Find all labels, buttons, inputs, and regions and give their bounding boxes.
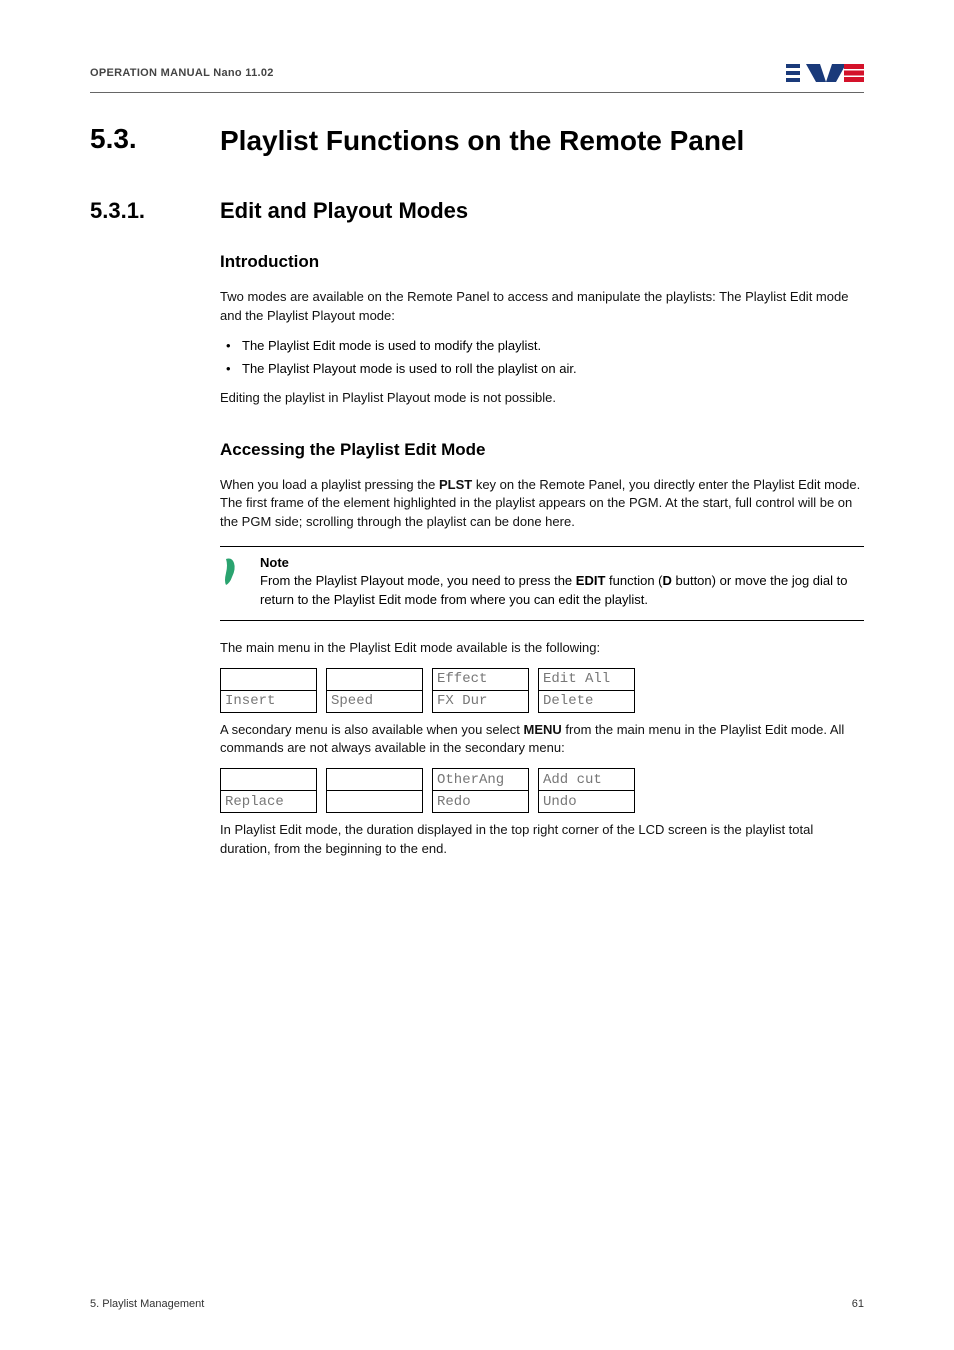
intro-bullet-2: The Playlist Playout mode is used to rol… xyxy=(220,359,864,379)
menu-cell: Undo xyxy=(539,791,635,813)
intro-paragraph-1: Two modes are available on the Remote Pa… xyxy=(220,288,864,326)
section-5-3-heading: 5.3. Playlist Functions on the Remote Pa… xyxy=(90,123,864,158)
note-title: Note xyxy=(260,555,864,570)
secondary-menu-table: OtherAng Add cut Replace Redo Undo xyxy=(220,768,635,813)
menu-cell xyxy=(327,668,423,690)
page-header: OPERATION MANUAL Nano 11.02 xyxy=(90,60,864,93)
note-icon xyxy=(220,555,260,610)
subsection-title: Edit and Playout Modes xyxy=(220,198,468,224)
subsection-number: 5.3.1. xyxy=(90,198,220,224)
menu-cell: Edit All xyxy=(539,668,635,690)
menu-cell: Effect xyxy=(433,668,529,690)
menu-cell xyxy=(221,769,317,791)
page-footer: 5. Playlist Management 61 xyxy=(90,1298,864,1310)
accessing-paragraph-2: The main menu in the Playlist Edit mode … xyxy=(220,639,864,658)
note-block: Note From the Playlist Playout mode, you… xyxy=(220,546,864,621)
accessing-paragraph-3: A secondary menu is also available when … xyxy=(220,721,864,759)
section-title: Playlist Functions on the Remote Panel xyxy=(220,123,744,158)
accessing-heading: Accessing the Playlist Edit Mode xyxy=(220,440,864,460)
section-5-3-1-heading: 5.3.1. Edit and Playout Modes xyxy=(90,198,864,224)
footer-section: 5. Playlist Management xyxy=(90,1298,204,1310)
introduction-heading: Introduction xyxy=(220,252,864,272)
menu-cell: Speed xyxy=(327,690,423,712)
intro-paragraph-2: Editing the playlist in Playlist Playout… xyxy=(220,389,864,408)
main-menu-table: Effect Edit All Insert Speed FX Dur Dele… xyxy=(220,668,635,713)
menu-cell: OtherAng xyxy=(433,769,529,791)
menu-cell: FX Dur xyxy=(433,690,529,712)
intro-bullet-list: The Playlist Edit mode is used to modify… xyxy=(220,336,864,379)
content-body: Introduction Two modes are available on … xyxy=(220,252,864,859)
menu-cell: Insert xyxy=(221,690,317,712)
page: OPERATION MANUAL Nano 11.02 5.3. Playlis… xyxy=(0,0,954,1350)
menu-cell xyxy=(327,769,423,791)
intro-bullet-1: The Playlist Edit mode is used to modify… xyxy=(220,336,864,356)
menu-cell xyxy=(221,668,317,690)
menu-cell: Add cut xyxy=(539,769,635,791)
note-text: From the Playlist Playout mode, you need… xyxy=(260,572,864,610)
menu-cell: Redo xyxy=(433,791,529,813)
accessing-paragraph-1: When you load a playlist pressing the PL… xyxy=(220,476,864,533)
footer-page-number: 61 xyxy=(852,1298,864,1310)
section-number: 5.3. xyxy=(90,123,220,155)
note-body: Note From the Playlist Playout mode, you… xyxy=(260,555,864,610)
menu-cell xyxy=(327,791,423,813)
evs-logo xyxy=(786,60,864,86)
header-manual-title: OPERATION MANUAL Nano 11.02 xyxy=(90,67,274,79)
menu-cell: Replace xyxy=(221,791,317,813)
menu-cell: Delete xyxy=(539,690,635,712)
accessing-paragraph-4: In Playlist Edit mode, the duration disp… xyxy=(220,821,864,859)
